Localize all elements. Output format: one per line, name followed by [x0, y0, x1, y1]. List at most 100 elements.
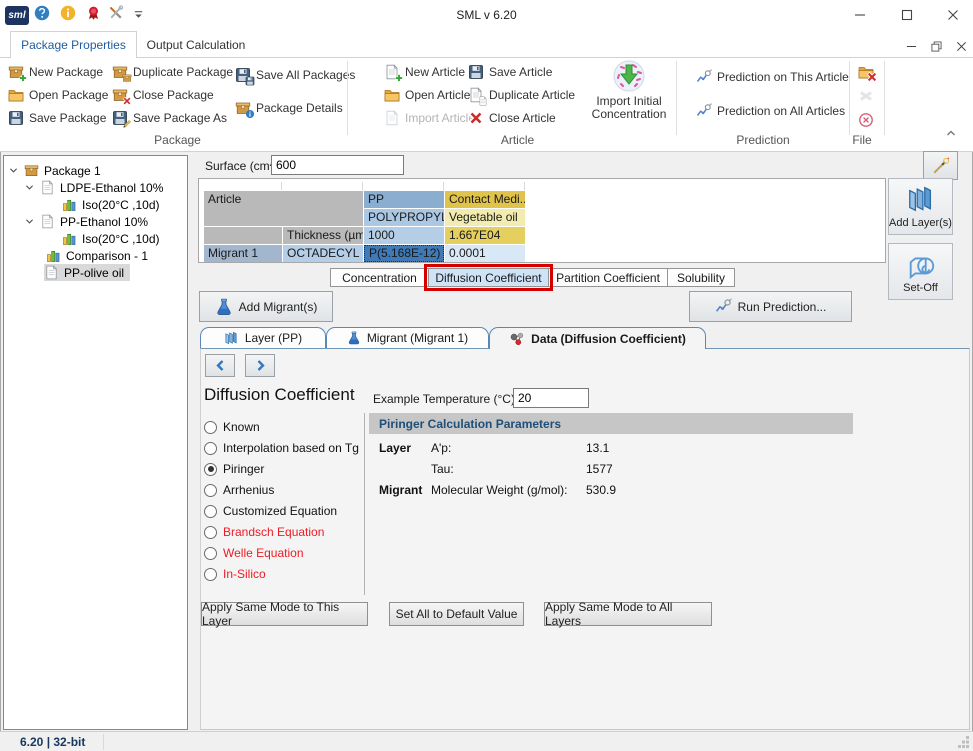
save-article-button[interactable]: Save Article	[466, 62, 554, 82]
tab-diffusion-coefficient[interactable]: Diffusion Coefficient	[428, 268, 549, 287]
mode-known[interactable]: Known	[204, 419, 260, 435]
info-icon[interactable]	[60, 5, 76, 21]
mode-interpolation-tg[interactable]: Interpolation based on Tg	[204, 440, 359, 456]
migrant-name-cell[interactable]: OCTADECYL ...	[283, 245, 363, 262]
tools-icon[interactable]	[107, 5, 125, 21]
close-article-button[interactable]: Close Article	[466, 108, 558, 128]
add-layers-button[interactable]: Add Layer(s)	[888, 178, 953, 235]
duplicate-package-button[interactable]: Duplicate Package	[110, 62, 235, 82]
save-package-as-button[interactable]: Save Package As	[110, 108, 229, 128]
tab-concentration[interactable]: Concentration	[330, 268, 429, 287]
collapse-ribbon-icon[interactable]	[944, 126, 958, 140]
mdi-restore-button[interactable]	[926, 37, 946, 55]
tree-item-package[interactable]: Package 1	[8, 162, 101, 179]
tab-data-diffusion[interactable]: Data (Diffusion Coefficient)	[489, 327, 706, 349]
nav-next-button[interactable]	[245, 354, 275, 377]
tree-item-article-ldpe[interactable]: LDPE-Ethanol 10%	[24, 179, 163, 196]
quick-access-dropdown-icon[interactable]	[132, 8, 145, 21]
package-details-button[interactable]: Package Details	[233, 98, 345, 118]
open-package-button[interactable]: Open Package	[6, 85, 110, 105]
maximize-button[interactable]	[885, 0, 929, 30]
import-initial-concentration-button[interactable]: Import Initial Concentration	[592, 60, 666, 130]
thickness-value-cell[interactable]: 1000	[364, 227, 444, 244]
tab-solubility[interactable]: Solubility	[667, 268, 735, 287]
save-all-icon	[235, 67, 252, 83]
duplicate-article-button[interactable]: Duplicate Article	[466, 85, 577, 105]
status-bar: 6.20 | 32-bit	[0, 731, 973, 751]
close-button[interactable]	[931, 0, 973, 30]
expander-icon[interactable]	[8, 165, 19, 176]
diffusion-value-cell-selected[interactable]: P(5.168E-12)	[364, 245, 444, 262]
migrant-row-header-cell[interactable]: Migrant 1	[204, 245, 282, 262]
apply-mode-all-layers-button[interactable]: Apply Same Mode to All Layers	[544, 600, 712, 628]
exit-button[interactable]	[856, 110, 877, 130]
prediction-group-label: Prediction	[736, 133, 790, 147]
tab-partition-coefficient[interactable]: Partition Coefficient	[548, 268, 668, 287]
close-package-icon	[112, 87, 129, 103]
apply-mode-this-layer-button[interactable]: Apply Same Mode to This Layer	[201, 600, 368, 628]
params-header: Piringer Calculation Parameters	[369, 413, 853, 434]
layer-name-cell[interactable]: PP	[364, 191, 444, 208]
wizard-button[interactable]	[923, 151, 958, 180]
expander-icon[interactable]	[24, 216, 35, 227]
flask-icon	[347, 331, 361, 345]
resize-grip[interactable]	[958, 736, 970, 748]
set-all-default-button[interactable]: Set All to Default Value	[389, 602, 524, 626]
empty-gray-cell	[204, 227, 282, 244]
set-off-button[interactable]: Set-Off	[888, 243, 953, 300]
nav-previous-button[interactable]	[205, 354, 235, 377]
mode-arrhenius[interactable]: Arrhenius	[204, 482, 274, 498]
partition-value-cell[interactable]: 0.0001	[445, 245, 525, 262]
close-package-button[interactable]: Close Package	[110, 85, 216, 105]
minimize-button[interactable]	[838, 0, 882, 30]
prediction-chart-icon	[715, 298, 732, 315]
open-article-icon	[384, 87, 401, 103]
mode-welle-equation[interactable]: Welle Equation	[204, 545, 304, 561]
chart-icon	[62, 197, 77, 212]
temperature-input[interactable]	[513, 388, 589, 408]
tree-item-article-pp[interactable]: PP-Ethanol 10%	[24, 213, 148, 230]
mode-customized-equation[interactable]: Customized Equation	[204, 503, 337, 519]
mode-piringer-selected[interactable]: Piringer	[204, 461, 264, 477]
tab-layer[interactable]: Layer (PP)	[200, 327, 326, 348]
new-article-icon	[384, 64, 401, 80]
contact-header-cell[interactable]: Contact Medi...	[445, 191, 525, 208]
tab-output-calculation[interactable]: Output Calculation	[140, 31, 252, 58]
params-migrant-group: Migrant	[379, 483, 423, 497]
contact-thickness-cell[interactable]: 1.667E04	[445, 227, 525, 244]
surface-input[interactable]	[271, 155, 404, 175]
mdi-restore-icon	[931, 41, 942, 52]
new-package-button[interactable]: New Package	[6, 62, 105, 82]
new-article-button[interactable]: New Article	[382, 62, 467, 82]
expander-icon[interactable]	[24, 182, 35, 193]
radio-icon	[204, 567, 217, 581]
tab-migrant[interactable]: Migrant (Migrant 1)	[326, 327, 489, 348]
help-icon[interactable]	[34, 5, 50, 21]
panel-title: Diffusion Coefficient	[204, 385, 355, 404]
open-article-button[interactable]: Open Article	[382, 85, 472, 105]
contact-medium-cell[interactable]: Vegetable oil	[445, 209, 525, 226]
license-award-icon[interactable]	[86, 5, 101, 21]
prediction-all-articles-button[interactable]: Prediction on All Articles	[694, 101, 847, 121]
add-migrant-button[interactable]: Add Migrant(s)	[199, 291, 333, 322]
save-all-packages-button[interactable]: Save All Packages	[233, 65, 357, 85]
tree-item-comparison[interactable]: Comparison - 1	[46, 247, 148, 264]
roll-icon	[906, 250, 936, 280]
tree-item-condition-iso-1[interactable]: Iso(20°C ,10d)	[62, 196, 160, 213]
mdi-minimize-button[interactable]	[901, 37, 921, 55]
duplicate-package-icon	[112, 64, 129, 80]
prediction-this-article-button[interactable]: Prediction on This Article	[694, 67, 851, 87]
save-package-button[interactable]: Save Package	[6, 108, 108, 128]
tree-item-pp-olive-oil[interactable]: PP-olive oil	[44, 264, 131, 281]
group-separator	[884, 61, 885, 135]
close-file-button[interactable]	[856, 62, 877, 82]
run-prediction-button[interactable]: Run Prediction...	[689, 291, 852, 322]
tab-package-properties[interactable]: Package Properties	[10, 31, 137, 58]
mode-in-silico[interactable]: In-Silico	[204, 566, 266, 582]
mdi-close-button[interactable]	[951, 37, 971, 55]
layer-material-cell[interactable]: POLYPROPYL...	[364, 209, 444, 226]
close-article-icon	[468, 110, 485, 126]
tree-item-condition-iso-2[interactable]: Iso(20°C ,10d)	[62, 230, 160, 247]
article-header-cell[interactable]: Article	[204, 191, 363, 226]
mode-brandsch-equation[interactable]: Brandsch Equation	[204, 524, 324, 540]
